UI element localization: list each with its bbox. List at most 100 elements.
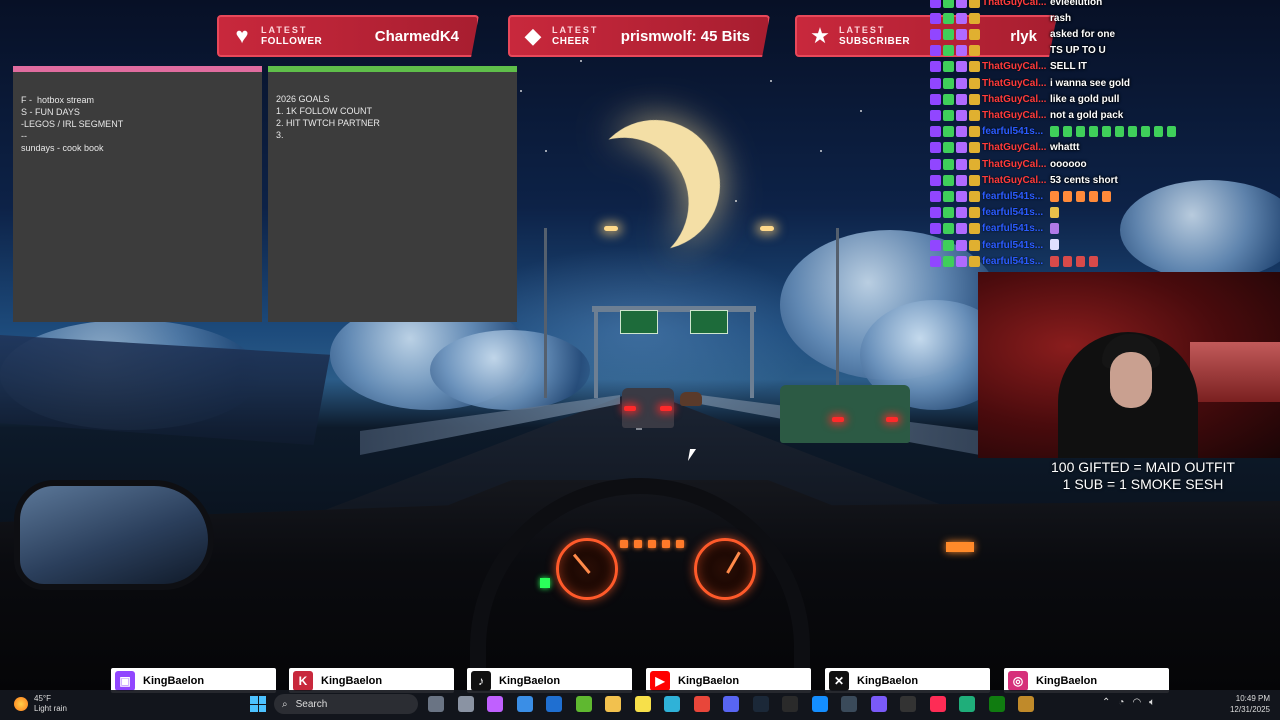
chat-username[interactable]: fearful541s... — [982, 240, 1050, 251]
app-icon[interactable] — [1018, 696, 1034, 712]
taskbar-search[interactable]: ⌕ Search — [274, 694, 418, 714]
nvidia-icon[interactable] — [575, 696, 592, 712]
network-icon[interactable]: ◔ — [1118, 697, 1124, 708]
badge-icon — [943, 77, 954, 89]
diamond-icon: ◆ — [524, 23, 542, 48]
chat-username[interactable]: ThatGuyCal... — [982, 78, 1050, 89]
chrome-icon[interactable] — [693, 696, 710, 712]
discord-icon[interactable] — [723, 696, 739, 712]
car-distant — [680, 392, 702, 406]
badge-icon — [943, 0, 954, 8]
chat-username[interactable]: fearful541s... — [982, 223, 1050, 234]
file-explorer-icon[interactable] — [605, 696, 621, 712]
alert-kicker: LATEST — [552, 25, 599, 35]
chat-username[interactable]: ThatGuyCal... — [982, 0, 1050, 8]
outlook-icon[interactable] — [546, 696, 562, 712]
chat-message: ThatGuyCal... 53 cents short — [930, 172, 1280, 188]
emote-icon — [1089, 255, 1098, 267]
chat-username[interactable]: fearful541s... — [982, 126, 1050, 137]
chat-username[interactable]: fearful541s... — [982, 207, 1050, 218]
task-view-icon[interactable] — [457, 696, 474, 712]
badge-icon — [956, 28, 967, 40]
badge-icon — [969, 93, 980, 105]
chat-message: ThatGuyCal... evleelution — [930, 0, 1280, 10]
badge-icon — [943, 174, 954, 186]
social-handle: KingBaelon — [678, 674, 740, 687]
chat-username[interactable]: ThatGuyCal... — [982, 159, 1050, 170]
clock-date: 12/31/2025 — [1229, 705, 1270, 714]
badge-icon — [969, 109, 980, 121]
chat-badges — [930, 190, 982, 202]
badge-icon — [956, 190, 967, 202]
start-button[interactable] — [250, 696, 266, 712]
social-handle: KingBaelon — [499, 674, 561, 687]
caption-line: 1 SUB = 1 SMOKE SESH — [1062, 476, 1224, 492]
emote-icon — [1063, 255, 1072, 267]
chat-text — [1050, 207, 1063, 219]
badge-icon — [969, 223, 980, 235]
chat-username[interactable]: fearful541s... — [982, 256, 1050, 267]
emote-icon — [1050, 207, 1059, 219]
badge-icon — [943, 158, 954, 170]
chat-username[interactable]: ThatGuyCal... — [982, 94, 1050, 105]
obs-icon[interactable] — [900, 696, 916, 712]
ubisoft-icon[interactable] — [841, 696, 857, 712]
wifi-icon[interactable]: ◠ — [1132, 697, 1141, 708]
store-icon[interactable] — [516, 696, 533, 712]
dashboard-indicator-light — [946, 542, 974, 552]
emote-icon — [1128, 126, 1137, 138]
epic-games-icon[interactable] — [782, 696, 798, 712]
badge-icon — [930, 28, 941, 40]
schedule-note[interactable]: F - hotbox stream S - FUN DAYS -LEGOS / … — [13, 66, 262, 322]
badge-icon — [930, 93, 941, 105]
chat-badges — [930, 12, 982, 24]
chat-username[interactable]: ThatGuyCal... — [982, 142, 1050, 153]
chat-badges — [930, 158, 982, 170]
alert-type: SUBSCRIBER — [839, 36, 911, 47]
chat-badges — [930, 223, 982, 235]
chat-username[interactable]: ThatGuyCal... — [982, 61, 1050, 72]
emote-icon — [1167, 126, 1176, 138]
badge-icon — [930, 142, 941, 154]
badge-icon — [956, 109, 967, 121]
chevron-up-icon[interactable]: ⌃ — [1102, 697, 1110, 708]
cloud — [430, 330, 590, 410]
streamlabs-icon[interactable] — [870, 696, 887, 712]
chat-message: fearful541s... — [930, 237, 1280, 253]
badge-icon — [956, 158, 967, 170]
copilot-icon[interactable] — [487, 696, 503, 712]
webcam-caption: 100 GIFTED = MAID OUTFIT 1 SUB = 1 SMOKE… — [1030, 459, 1256, 493]
xbox-icon[interactable] — [988, 696, 1005, 712]
chat-text — [1050, 255, 1102, 267]
chat-username[interactable]: fearful541s... — [982, 191, 1050, 202]
volume-icon[interactable]: 🔈︎ — [1149, 697, 1155, 708]
steam-icon[interactable] — [752, 696, 769, 712]
chat-username[interactable]: ThatGuyCal... — [982, 175, 1050, 186]
badge-icon — [943, 190, 954, 202]
chat-text: TS UP TO U — [1050, 45, 1106, 57]
star — [580, 60, 582, 62]
battlenet-icon[interactable] — [811, 696, 828, 712]
badge-icon — [943, 207, 954, 219]
note-line: -- — [21, 131, 27, 141]
emote-icon — [1154, 126, 1163, 138]
chat-username[interactable]: ThatGuyCal... — [982, 110, 1050, 121]
badge-icon — [956, 45, 967, 57]
tachometer-gauge — [694, 538, 756, 600]
streamer-bot-icon[interactable] — [959, 696, 975, 712]
badge-icon — [943, 109, 954, 121]
weather-widget[interactable]: 45°F Light rain — [14, 694, 67, 714]
widgets-icon[interactable] — [428, 696, 444, 712]
star — [735, 200, 737, 202]
taskbar-clock[interactable]: 10:49 PM 12/31/2025 — [1230, 693, 1270, 715]
sticky-notes-icon[interactable] — [634, 696, 651, 712]
x-icon: ✕ — [829, 670, 849, 691]
highway-sign — [690, 310, 728, 334]
chat-message: ThatGuyCal... SELL IT — [930, 59, 1280, 75]
note-color-bar — [13, 66, 262, 72]
edge-icon[interactable] — [664, 696, 680, 712]
chat-message: ThatGuyCal... not a gold pack — [930, 107, 1280, 123]
chat-message: ThatGuyCal... oooooo — [930, 156, 1280, 172]
goals-note[interactable]: 2026 GOALS 1. 1K FOLLOW COUNT 2. HIT TWT… — [268, 66, 517, 322]
tiktok-live-icon[interactable] — [929, 696, 946, 712]
